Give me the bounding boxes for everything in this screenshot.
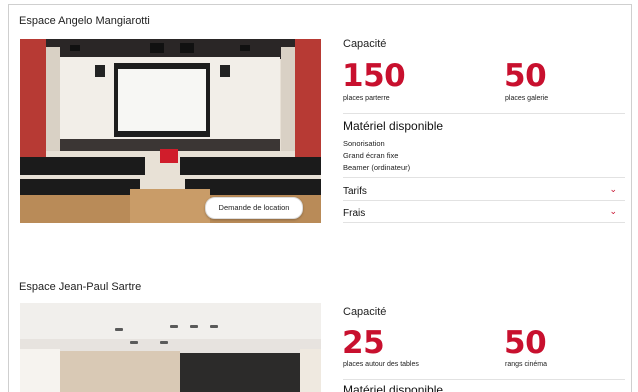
capacity-label-primary: places autour des tables bbox=[343, 361, 419, 368]
chevron-down-icon: ⌄ bbox=[609, 206, 617, 216]
capacity-value-primary: 150 bbox=[342, 58, 406, 94]
equipment-item: Sonorisation bbox=[343, 139, 385, 148]
capacity-label-secondary: rangs cinéma bbox=[505, 361, 548, 368]
divider bbox=[343, 113, 625, 114]
accordion-tarifs[interactable]: Tarifs ⌄ bbox=[343, 183, 625, 201]
capacity-label: Capacité bbox=[343, 38, 387, 50]
capacity-value-primary: 25 bbox=[342, 325, 385, 361]
space-title: Espace Angelo Mangiarotti bbox=[19, 15, 150, 27]
capacity-label-primary: places parterre bbox=[343, 95, 390, 102]
divider bbox=[343, 222, 625, 223]
divider bbox=[343, 379, 625, 380]
page-content: Espace Angelo Mangiarotti Demande de loc… bbox=[8, 4, 632, 392]
rental-request-button[interactable]: Demande de location bbox=[205, 197, 303, 219]
auditorium-photo bbox=[20, 39, 321, 223]
space-photo bbox=[20, 303, 321, 392]
space-photo bbox=[20, 39, 321, 223]
equipment-title: Matériel disponible bbox=[343, 383, 444, 392]
space-title: Espace Jean-Paul Sartre bbox=[19, 281, 142, 293]
capacity-label-secondary: places galerie bbox=[505, 95, 549, 102]
equipment-item: Grand écran fixe bbox=[343, 151, 399, 160]
accordion-label: Tarifs bbox=[343, 186, 367, 197]
accordion-frais[interactable]: Frais ⌄ bbox=[343, 205, 625, 223]
capacity-label: Capacité bbox=[343, 306, 387, 318]
divider bbox=[343, 177, 625, 178]
accordion-label: Frais bbox=[343, 208, 366, 219]
capacity-value-secondary: 50 bbox=[504, 58, 547, 94]
equipment-title: Matériel disponible bbox=[343, 119, 444, 133]
capacity-value-secondary: 50 bbox=[504, 325, 547, 361]
equipment-item: Beamer (ordinateur) bbox=[343, 163, 411, 172]
divider bbox=[343, 200, 625, 201]
meeting-room-photo bbox=[20, 303, 321, 392]
chevron-down-icon: ⌄ bbox=[609, 184, 617, 194]
